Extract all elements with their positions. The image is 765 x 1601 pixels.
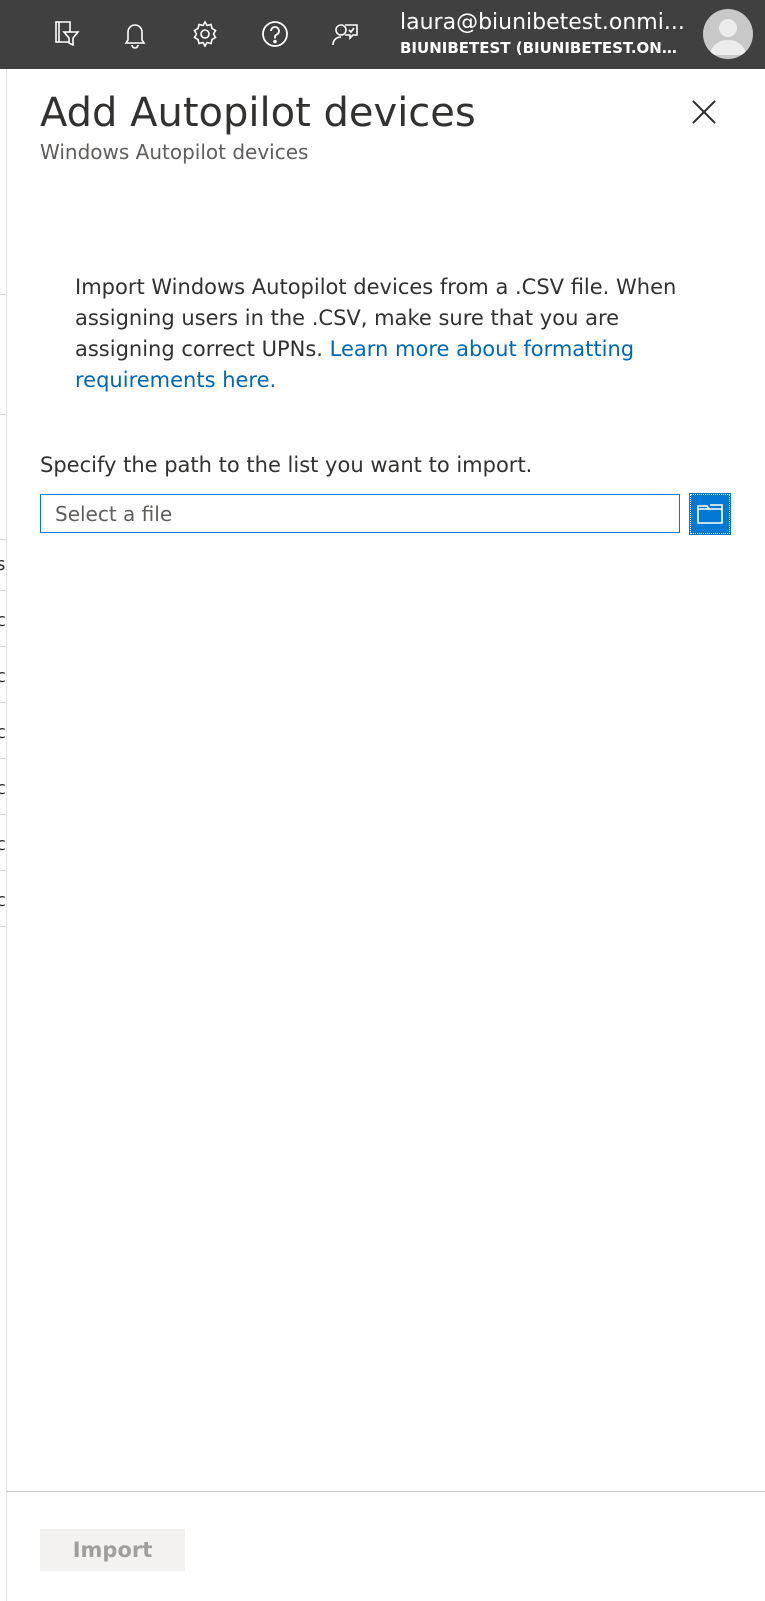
help-icon[interactable] (255, 14, 295, 54)
account-email: laura@biunibetest.onmi... (400, 10, 685, 35)
account-tenant: BIUNIBETEST (BIUNIBETEST.ONM... (400, 39, 690, 57)
bell-icon[interactable] (115, 14, 155, 54)
import-instructions: Import Windows Autopilot devices from a … (75, 272, 715, 396)
top-bar: laura@biunibetest.onmi... BIUNIBETEST (B… (0, 0, 765, 69)
file-path-input[interactable] (40, 494, 680, 533)
close-icon (692, 100, 716, 124)
file-path-label: Specify the path to the list you want to… (40, 453, 533, 477)
import-button[interactable]: Import (40, 1529, 185, 1571)
gear-icon[interactable] (185, 14, 225, 54)
browse-file-button[interactable] (689, 493, 731, 535)
avatar[interactable] (703, 9, 753, 59)
account-info[interactable]: laura@biunibetest.onmi... BIUNIBETEST (B… (400, 9, 690, 59)
panel-title: Add Autopilot devices (40, 90, 476, 136)
footer-divider (7, 1491, 765, 1492)
directory-filter-icon[interactable] (46, 14, 86, 54)
folder-icon (697, 504, 723, 524)
feedback-icon[interactable] (325, 14, 365, 54)
add-autopilot-devices-panel: Add Autopilot devices Windows Autopilot … (7, 69, 765, 1601)
close-button[interactable] (688, 96, 720, 128)
background-blade-edge: s c c c c c c (0, 69, 7, 1601)
panel-subtitle: Windows Autopilot devices (40, 140, 309, 164)
